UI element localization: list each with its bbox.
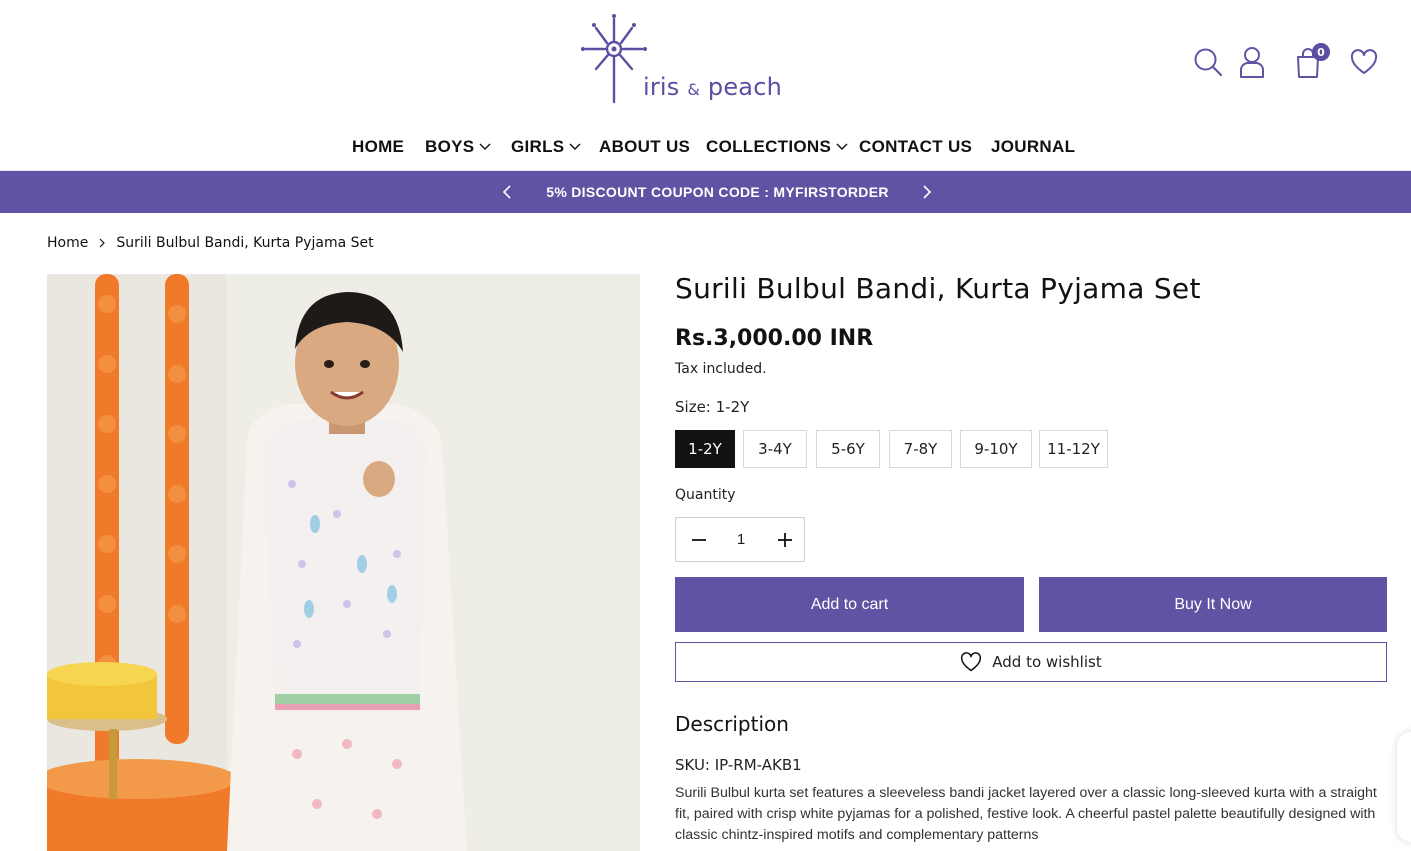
- product-photo: [47, 274, 640, 851]
- add-to-wishlist-label: Add to wishlist: [992, 653, 1102, 671]
- product-sku: SKU: IP-RM-AKB1: [675, 756, 802, 774]
- buy-now-button[interactable]: Buy It Now: [1039, 577, 1387, 632]
- product-image[interactable]: [47, 274, 640, 851]
- breadcrumb-home-link[interactable]: Home: [47, 235, 88, 251]
- nav-about-us[interactable]: ABOUT US: [599, 132, 690, 162]
- cart-count-badge: 0: [1312, 43, 1330, 61]
- heart-icon: [1350, 49, 1378, 74]
- quantity-increase-button[interactable]: [762, 518, 807, 561]
- size-option-7-8y[interactable]: 7-8Y: [889, 430, 952, 468]
- size-option-11-12y[interactable]: 11-12Y: [1039, 430, 1108, 468]
- breadcrumb: Home Surili Bulbul Bandi, Kurta Pyjama S…: [47, 235, 374, 251]
- quantity-input[interactable]: [721, 518, 761, 561]
- size-option-3-4y[interactable]: 3-4Y: [743, 430, 807, 468]
- search-icon: [1194, 48, 1223, 77]
- quantity-stepper: [675, 517, 805, 562]
- chevron-right-icon[interactable]: [919, 184, 935, 200]
- add-to-cart-button[interactable]: Add to cart: [675, 577, 1024, 632]
- user-icon: [1240, 47, 1264, 78]
- add-to-wishlist-button[interactable]: Add to wishlist: [675, 642, 1387, 682]
- nav-journal[interactable]: JOURNAL: [991, 132, 1075, 162]
- nav-boys-label: BOYS: [425, 137, 475, 156]
- plus-icon: [777, 532, 792, 547]
- chevron-down-icon: [569, 143, 581, 150]
- nav-contact-us[interactable]: CONTACT US: [859, 132, 972, 162]
- wishlist-button[interactable]: [1346, 44, 1382, 80]
- nav-about-label: ABOUT US: [599, 137, 691, 156]
- search-button[interactable]: [1190, 44, 1226, 80]
- logo-name-2: peach: [707, 73, 783, 101]
- nav-girls-label: GIRLS: [511, 137, 565, 156]
- nav-journal-label: JOURNAL: [991, 137, 1076, 156]
- chevron-right-icon: [98, 238, 106, 248]
- side-widget[interactable]: [1397, 732, 1411, 842]
- nav-home-label: HOME: [352, 137, 405, 156]
- logo-name: iris: [643, 73, 680, 101]
- description-heading: Description: [675, 712, 789, 736]
- tax-note: Tax included.: [675, 361, 767, 377]
- breadcrumb-current: Surili Bulbul Bandi, Kurta Pyjama Set: [116, 235, 374, 251]
- announcement-text: 5% DISCOUNT COUPON CODE : MYFIRSTORDER: [546, 184, 889, 200]
- quantity-decrease-button[interactable]: [676, 518, 721, 561]
- chevron-down-icon: [836, 143, 848, 150]
- product-description: Surili Bulbul kurta set features a sleev…: [675, 785, 1377, 843]
- main-nav: HOME BOYS GIRLS ABOUT US COLLECTIONS CON…: [0, 132, 1411, 162]
- nav-boys[interactable]: BOYS: [425, 132, 491, 162]
- size-option-9-10y[interactable]: 9-10Y: [960, 430, 1032, 468]
- quantity-label: Quantity: [675, 487, 736, 503]
- chevron-down-icon: [479, 143, 491, 150]
- nav-home[interactable]: HOME: [352, 132, 404, 162]
- nav-collections[interactable]: COLLECTIONS: [706, 132, 848, 162]
- size-option-1-2y[interactable]: 1-2Y: [675, 430, 735, 468]
- logo-wordmark[interactable]: iris & peach: [643, 73, 782, 101]
- size-option-5-6y[interactable]: 5-6Y: [816, 430, 880, 468]
- site-header: iris & peach 0 HOME BOYS GIRLS ABOUT US …: [0, 0, 1411, 171]
- nav-collections-label: COLLECTIONS: [706, 137, 832, 156]
- heart-icon: [961, 652, 982, 672]
- product-title: Surili Bulbul Bandi, Kurta Pyjama Set: [675, 272, 1201, 305]
- logo-ampersand: &: [687, 80, 701, 99]
- account-button[interactable]: [1234, 44, 1270, 80]
- nav-contact-label: CONTACT US: [859, 137, 973, 156]
- minus-icon: [691, 538, 706, 541]
- announcement-bar: 5% DISCOUNT COUPON CODE : MYFIRSTORDER: [0, 171, 1411, 213]
- size-label: Size: 1-2Y: [675, 398, 750, 416]
- nav-girls[interactable]: GIRLS: [511, 132, 581, 162]
- product-price: Rs.3,000.00 INR: [675, 326, 874, 351]
